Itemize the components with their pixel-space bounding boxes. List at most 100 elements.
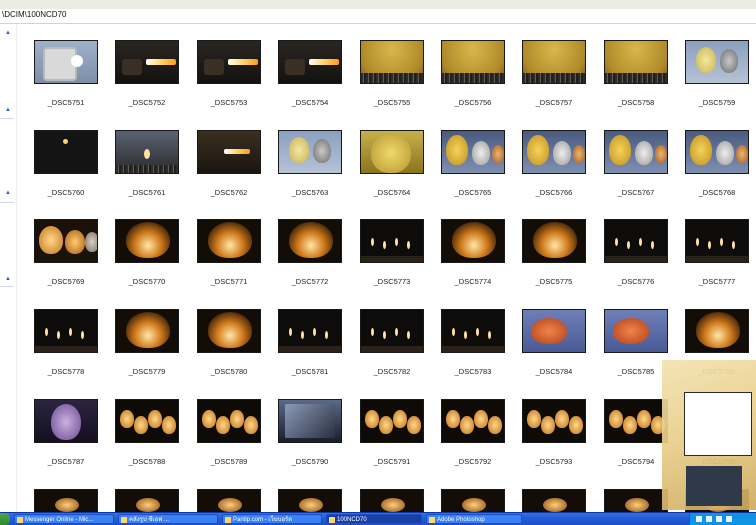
thumbnail-image[interactable] <box>522 219 586 263</box>
thumbnail-image[interactable] <box>522 489 586 512</box>
thumbnail-item[interactable]: _DSC5789 <box>197 399 261 469</box>
thumbnail-item[interactable]: _DSC5783 <box>441 309 505 379</box>
thumbnail-image[interactable] <box>115 40 179 84</box>
thumbnail-image[interactable] <box>278 489 342 512</box>
thumbnail-item[interactable]: _DSC5775 <box>522 219 586 289</box>
thumbnail-image[interactable] <box>34 489 98 512</box>
thumbnail-image[interactable] <box>197 489 261 512</box>
thumbnail-item[interactable]: _DSC5790 <box>278 399 342 469</box>
tray-icon[interactable] <box>726 516 732 522</box>
thumbnail-item[interactable]: _DSC5777 <box>685 219 749 289</box>
thumbnail-image[interactable] <box>685 40 749 84</box>
thumbnail-image[interactable] <box>34 399 98 443</box>
thumbnail-item[interactable]: _DSC5754 <box>278 40 342 110</box>
thumbnail-image[interactable] <box>278 219 342 263</box>
thumbnail-image[interactable] <box>360 219 424 263</box>
thumbnail-item[interactable]: _DSC5794 <box>604 399 668 469</box>
thumbnail-image[interactable] <box>34 40 98 84</box>
thumbnail-item[interactable]: _DSC5751 <box>34 40 98 110</box>
thumbnail-item[interactable]: _DSC5769 <box>34 219 98 289</box>
thumbnail-image[interactable] <box>34 219 98 263</box>
thumbnail-image[interactable] <box>360 130 424 174</box>
thumbnail-item[interactable]: _DSC5766 <box>522 130 586 200</box>
thumbnail-image[interactable] <box>441 130 505 174</box>
thumbnail-item[interactable]: _DSC5776 <box>604 219 668 289</box>
taskbar-item[interactable]: Pantip.com - เว็บบอร์ด <box>222 514 322 524</box>
thumbnail-image[interactable] <box>441 489 505 512</box>
thumbnail-item[interactable]: _DSC5759 <box>685 40 749 110</box>
thumbnail-image[interactable] <box>604 309 668 353</box>
thumbnail-grid[interactable]: _DSC5751 _DSC5752 _DSC5753 _DSC5754 _DSC5755… <box>16 24 756 512</box>
thumbnail-image[interactable] <box>360 399 424 443</box>
thumbnail-image[interactable] <box>522 309 586 353</box>
thumbnail-image[interactable] <box>278 130 342 174</box>
thumbnail-item[interactable]: _DSC5779 <box>115 309 179 379</box>
taskbar-item[interactable]: 100NCD70 <box>326 514 422 524</box>
thumbnail-image[interactable] <box>197 309 261 353</box>
thumbnail-item[interactable]: _DSC5761 <box>115 130 179 200</box>
taskbar-item[interactable]: คลังรูป ซีเอฟ ... <box>118 514 218 524</box>
thumbnail-item[interactable]: _DSC5793 <box>522 399 586 469</box>
thumbnail-image[interactable] <box>685 130 749 174</box>
thumbnail-item[interactable]: _DSC5771 <box>197 219 261 289</box>
thumbnail-item[interactable]: _DSC5781 <box>278 309 342 379</box>
collapse-arrow-icon[interactable]: ▲ <box>5 30 11 36</box>
thumbnail-image[interactable] <box>360 40 424 84</box>
thumbnail-item[interactable]: _DSC5778 <box>34 309 98 379</box>
thumbnail-item[interactable]: _DSC5767 <box>604 130 668 200</box>
thumbnail-item[interactable]: _DSC5756 <box>441 40 505 110</box>
thumbnail-image[interactable] <box>604 40 668 84</box>
thumbnail-item[interactable]: _DSC5752 <box>115 40 179 110</box>
thumbnail-image[interactable] <box>197 219 261 263</box>
thumbnail-image[interactable] <box>197 130 261 174</box>
thumbnail-item[interactable]: _DSC5753 <box>197 40 261 110</box>
thumbnail-image[interactable] <box>278 40 342 84</box>
thumbnail-image[interactable] <box>197 399 261 443</box>
thumbnail-image[interactable] <box>604 219 668 263</box>
start-button[interactable] <box>0 513 10 525</box>
thumbnail-item[interactable]: _DSC5773 <box>360 219 424 289</box>
thumbnail-item[interactable]: _DSC5764 <box>360 130 424 200</box>
thumbnail-image[interactable] <box>115 219 179 263</box>
tray-icon[interactable] <box>716 516 722 522</box>
thumbnail-item[interactable]: _DSC5763 <box>278 130 342 200</box>
thumbnail-item[interactable]: _DSC5788 <box>115 399 179 469</box>
thumbnail-image[interactable] <box>115 130 179 174</box>
thumbnail-item[interactable]: _DSC5770 <box>115 219 179 289</box>
thumbnail-image[interactable] <box>34 309 98 353</box>
thumbnail-item[interactable]: _DSC5787 <box>34 399 98 469</box>
collapse-arrow-icon[interactable]: ▲ <box>5 276 11 282</box>
thumbnail-item[interactable]: _DSC5774 <box>441 219 505 289</box>
thumbnail-image[interactable] <box>278 309 342 353</box>
thumbnail-item[interactable]: _DSC5765 <box>441 130 505 200</box>
thumbnail-image[interactable] <box>522 130 586 174</box>
thumbnail-image[interactable] <box>278 399 342 443</box>
collapse-arrow-icon[interactable]: ▲ <box>5 190 11 196</box>
thumbnail-image[interactable] <box>197 40 261 84</box>
thumbnail-item[interactable]: _DSC5758 <box>604 40 668 110</box>
thumbnail-item[interactable]: _DSC5768 <box>685 130 749 200</box>
thumbnail-image[interactable] <box>115 399 179 443</box>
thumbnail-item[interactable]: _DSC5792 <box>441 399 505 469</box>
tray-icon[interactable] <box>696 516 702 522</box>
thumbnail-image[interactable] <box>685 219 749 263</box>
thumbnail-image[interactable] <box>522 40 586 84</box>
thumbnail-image[interactable] <box>115 309 179 353</box>
thumbnail-item[interactable]: _DSC5785 <box>604 309 668 379</box>
collapse-arrow-icon[interactable]: ▲ <box>5 107 11 113</box>
thumbnail-item[interactable]: _DSC5755 <box>360 40 424 110</box>
thumbnail-image[interactable] <box>441 309 505 353</box>
address-bar[interactable]: \DCIM\100NCD70 <box>0 9 756 24</box>
thumbnail-image[interactable] <box>34 130 98 174</box>
thumbnail-image[interactable] <box>522 399 586 443</box>
thumbnail-item[interactable]: _DSC5762 <box>197 130 261 200</box>
taskbar-item[interactable]: Messenger Online - Mic... <box>14 514 114 524</box>
thumbnail-image[interactable] <box>441 399 505 443</box>
taskbar-item[interactable]: Adobe Photoshop <box>426 514 522 524</box>
thumbnail-image[interactable] <box>360 489 424 512</box>
thumbnail-item[interactable]: _DSC5791 <box>360 399 424 469</box>
thumbnail-image[interactable] <box>604 399 668 443</box>
thumbnail-image[interactable] <box>604 489 668 512</box>
thumbnail-image[interactable] <box>115 489 179 512</box>
thumbnail-item[interactable]: _DSC5780 <box>197 309 261 379</box>
